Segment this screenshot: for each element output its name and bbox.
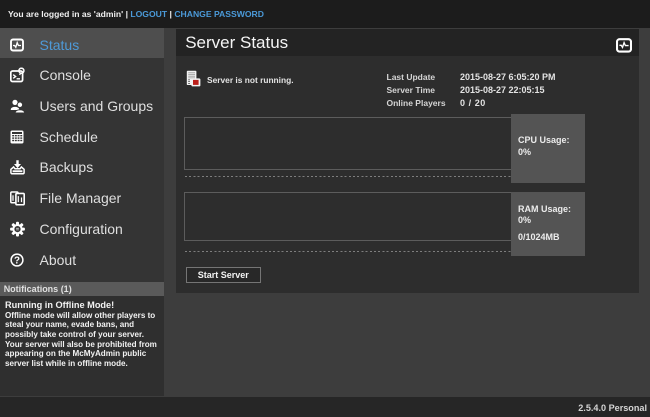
svg-text:?: ?	[14, 255, 20, 266]
